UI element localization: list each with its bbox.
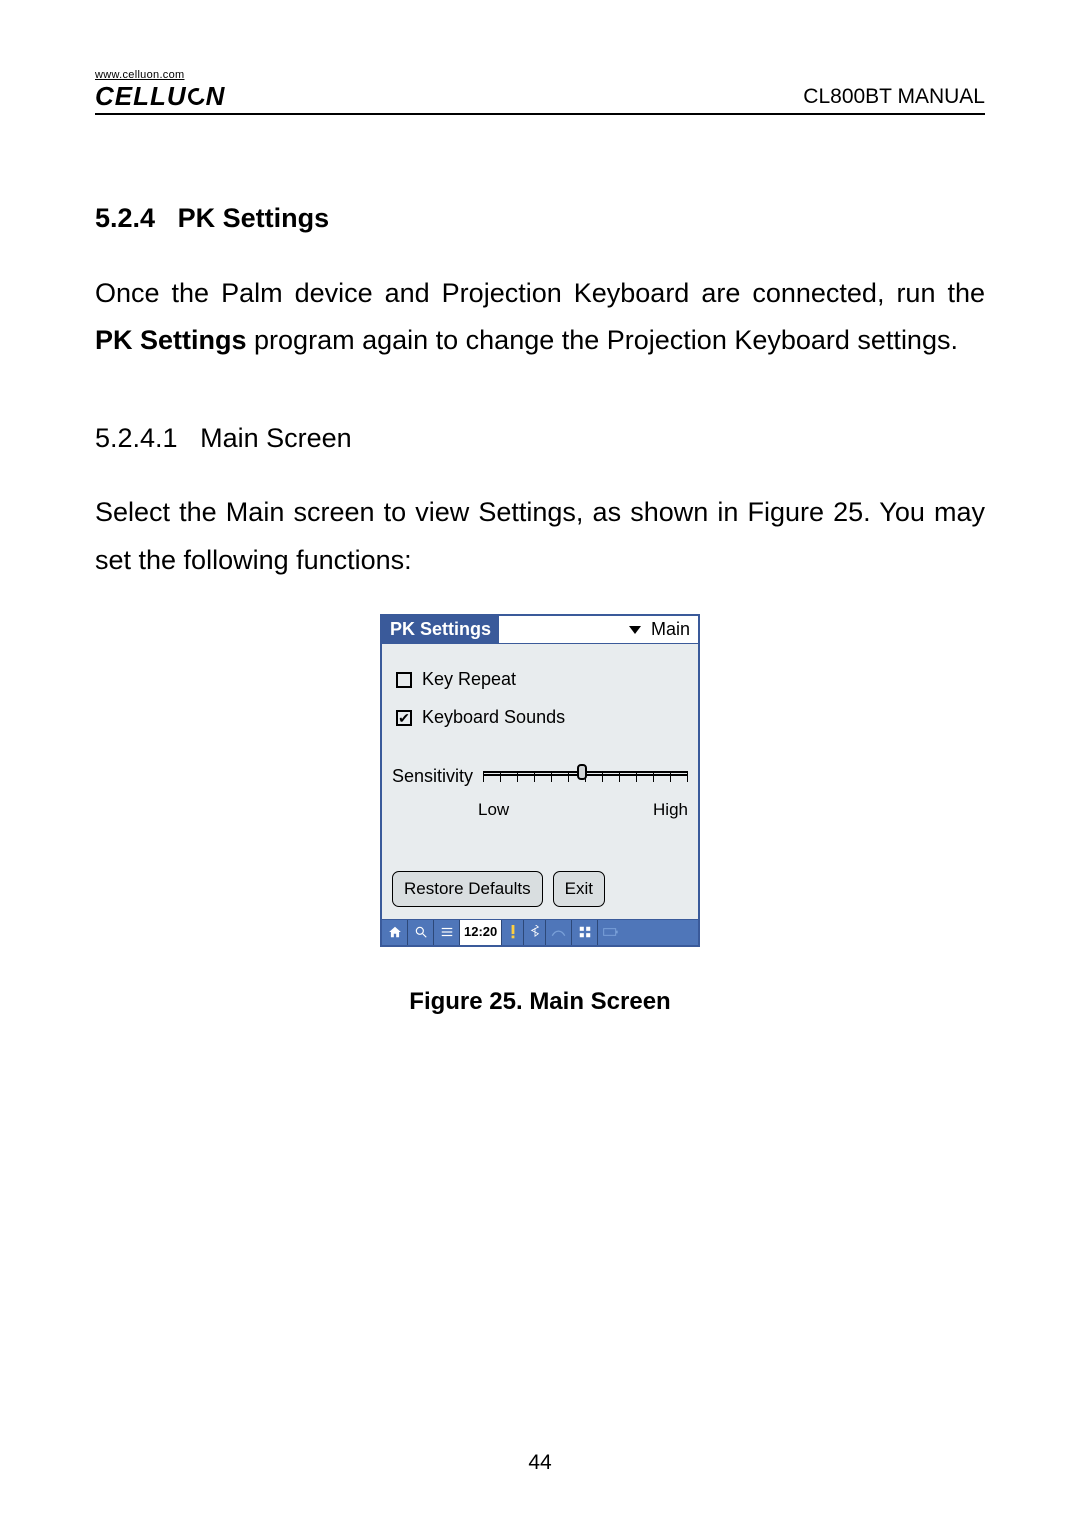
section-heading: 5.2.4 PK Settings — [95, 195, 985, 243]
battery-icon[interactable] — [598, 920, 624, 945]
page-header: www.celluon.com CELLU N CL800BT MANUAL — [95, 70, 985, 115]
home-icon[interactable] — [382, 920, 408, 945]
manual-title: CL800BT MANUAL — [803, 85, 985, 109]
manual-page: www.celluon.com CELLU N CL800BT MANUAL 5… — [0, 0, 1080, 1525]
keyboard-sounds-row: ✔ Keyboard Sounds — [392, 702, 688, 734]
exit-button[interactable]: Exit — [553, 871, 605, 907]
palm-statusbar: 12:20 — [382, 919, 698, 945]
bluetooth-icon[interactable] — [524, 920, 546, 945]
key-repeat-row: Key Repeat — [392, 664, 688, 696]
slider-thumb[interactable] — [577, 764, 587, 780]
slider-high-label: High — [653, 795, 688, 825]
key-repeat-checkbox[interactable] — [396, 672, 412, 688]
keyboard-sounds-label: Keyboard Sounds — [422, 702, 565, 734]
subsection-heading: 5.2.4.1 Main Screen — [95, 415, 985, 463]
page-content: 5.2.4 PK Settings Once the Palm device a… — [95, 195, 985, 1023]
status-time[interactable]: 12:20 — [460, 920, 502, 945]
palm-screenshot: PK Settings Main Key Repeat ✔ Keyboard S… — [380, 614, 700, 947]
search-icon[interactable] — [408, 920, 434, 945]
sensitivity-slider[interactable] — [483, 767, 688, 787]
sensitivity-label: Sensitivity — [392, 761, 473, 793]
apps-icon[interactable] — [572, 920, 598, 945]
subsection-paragraph: Select the Main screen to view Settings,… — [95, 489, 985, 584]
signal-icon[interactable] — [546, 920, 572, 945]
slider-low-label: Low — [478, 795, 509, 825]
page-number: 44 — [95, 1451, 985, 1475]
section-paragraph: Once the Palm device and Projection Keyb… — [95, 270, 985, 365]
palm-body: Key Repeat ✔ Keyboard Sounds Sensitivity — [382, 644, 698, 919]
restore-defaults-button[interactable]: Restore Defaults — [392, 871, 543, 907]
figure-caption: Figure 25. Main Screen — [95, 981, 985, 1023]
palm-view-dropdown[interactable]: Main — [499, 616, 698, 643]
keyboard-sounds-checkbox[interactable]: ✔ — [396, 710, 412, 726]
menu-icon[interactable] — [434, 920, 460, 945]
palm-button-row: Restore Defaults Exit — [392, 871, 688, 907]
logo: www.celluon.com CELLU N — [95, 70, 225, 109]
chevron-down-icon — [629, 626, 641, 634]
alert-icon[interactable] — [502, 920, 524, 945]
palm-app-title: PK Settings — [382, 616, 499, 643]
key-repeat-label: Key Repeat — [422, 664, 516, 696]
logo-url: www.celluon.com — [95, 70, 225, 81]
figure: PK Settings Main Key Repeat ✔ Keyboard S… — [95, 614, 985, 1023]
palm-titlebar: PK Settings Main — [382, 616, 698, 644]
palm-dropdown-label: Main — [651, 614, 690, 646]
sensitivity-block: Sensitivity Low — [392, 761, 688, 825]
logo-text: CELLU N — [95, 83, 225, 109]
logo-o-icon — [185, 85, 208, 108]
